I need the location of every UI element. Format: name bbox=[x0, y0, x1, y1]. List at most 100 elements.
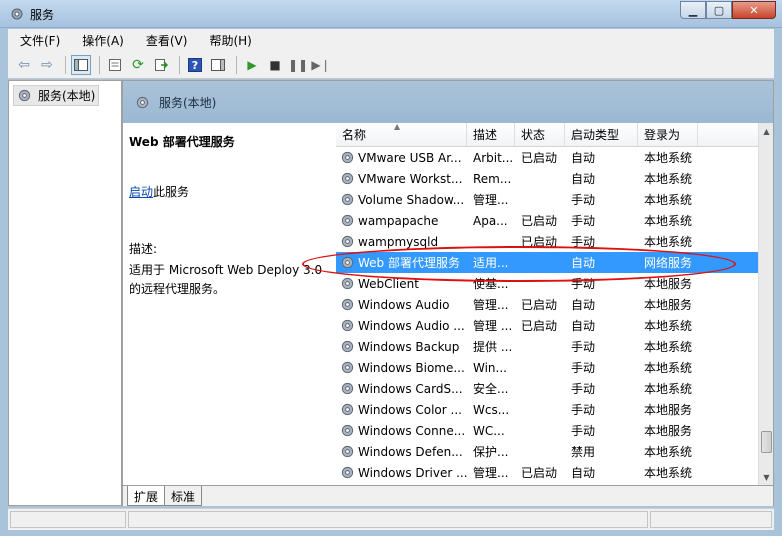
column-header-startup-type[interactable]: 启动类型 bbox=[565, 123, 638, 146]
cell-status bbox=[515, 168, 565, 189]
scroll-down-icon[interactable]: ▼ bbox=[759, 469, 774, 485]
menu-action[interactable]: 操作(A) bbox=[70, 32, 134, 49]
cell-status: 已启动 bbox=[521, 298, 558, 312]
cell-description: 管理 ... bbox=[473, 319, 513, 333]
cell-name: Windows Defen... bbox=[336, 441, 467, 462]
table-row[interactable]: VMware Workst... Rem... 自动 本地系统 bbox=[336, 168, 758, 189]
gear-icon bbox=[341, 361, 354, 374]
services-gear-icon bbox=[11, 8, 23, 20]
show-action-pane-button[interactable] bbox=[208, 55, 228, 75]
service-name: Windows Driver ... bbox=[358, 465, 467, 480]
close-button[interactable]: ✕ bbox=[732, 1, 776, 19]
content-pane: 服务(本地) Web 部署代理服务 启动此服务 描述: 适用于 Microsof… bbox=[122, 80, 774, 506]
cell-description: 管理... bbox=[473, 193, 509, 207]
table-row[interactable]: Volume Shadow... 管理... 手动 本地系统 bbox=[336, 189, 758, 210]
table-row[interactable]: Windows Audio ... 管理 ... 已启动 自动 本地系统 bbox=[336, 315, 758, 336]
table-row[interactable]: Windows Audio 管理... 已启动 自动 本地服务 bbox=[336, 294, 758, 315]
menu-help[interactable]: 帮助(H) bbox=[197, 32, 261, 49]
cell-status bbox=[515, 399, 565, 420]
service-name: Windows Defen... bbox=[358, 444, 463, 459]
table-row[interactable]: VMware USB Ar... Arbit... 已启动 自动 本地系统 bbox=[336, 147, 758, 168]
cell-description bbox=[467, 231, 515, 252]
vertical-scrollbar[interactable]: ▲ ▼ bbox=[758, 123, 773, 485]
service-title: Web 部署代理服务 bbox=[129, 135, 235, 149]
service-name: VMware Workst... bbox=[358, 171, 463, 186]
cell-logon-as: 本地系统 bbox=[644, 340, 693, 354]
cell-name: Windows Audio bbox=[336, 294, 467, 315]
gear-icon bbox=[341, 172, 354, 185]
pause-service-button[interactable]: ❚❚ bbox=[288, 55, 308, 75]
cell-logon-as: 本地系统 bbox=[644, 151, 693, 165]
content-header: 服务(本地) bbox=[123, 81, 773, 123]
show-hide-console-tree-button[interactable] bbox=[71, 54, 91, 75]
column-header-status[interactable]: 状态 bbox=[515, 123, 565, 146]
scroll-up-icon[interactable]: ▲ bbox=[759, 123, 774, 139]
back-button[interactable]: ⇦ bbox=[14, 55, 34, 75]
table-row[interactable]: Windows Driver ... 管理... 已启动 自动 本地系统 bbox=[336, 462, 758, 483]
column-header-description[interactable]: 描述 bbox=[467, 123, 515, 146]
table-row[interactable]: Windows Defen... 保护... 禁用 本地系统 bbox=[336, 441, 758, 462]
cell-startup-type: 手动 bbox=[571, 214, 596, 228]
table-row[interactable]: wampapache Apa... 已启动 手动 本地系统 bbox=[336, 210, 758, 231]
cell-description: 适用... bbox=[473, 256, 509, 270]
cell-description: Rem... bbox=[473, 171, 512, 186]
properties-button[interactable] bbox=[105, 55, 125, 75]
title-bar: 服务 ▁ ▢ ✕ bbox=[0, 0, 782, 28]
cell-startup-type: 自动 bbox=[571, 319, 596, 333]
table-row[interactable]: wampmysqld 已启动 手动 本地系统 bbox=[336, 231, 758, 252]
play-icon: ▶ bbox=[247, 57, 257, 72]
cell-name: Windows Conne... bbox=[336, 420, 467, 441]
table-row[interactable]: Windows Biome... Win... 手动 本地系统 bbox=[336, 357, 758, 378]
gear-icon bbox=[341, 235, 354, 248]
forward-button[interactable]: ⇨ bbox=[37, 55, 57, 75]
service-name: Web 部署代理服务 bbox=[358, 256, 460, 270]
cell-description: 管理... bbox=[473, 298, 509, 312]
service-name: Windows Conne... bbox=[358, 423, 466, 438]
table-row[interactable]: Windows Conne... WC... 手动 本地服务 bbox=[336, 420, 758, 441]
export-list-button[interactable] bbox=[151, 55, 171, 75]
gear-icon bbox=[341, 466, 354, 479]
restart-service-button[interactable]: ▶❘ bbox=[311, 55, 331, 75]
cell-name: Windows Backup bbox=[336, 336, 467, 357]
help-button[interactable]: ? bbox=[185, 55, 205, 75]
table-row[interactable]: Windows Backup 提供 ... 手动 本地系统 bbox=[336, 336, 758, 357]
forward-arrow-icon: ⇨ bbox=[41, 56, 53, 73]
column-header-logon-as[interactable]: 登录为 bbox=[638, 123, 698, 146]
column-header-label: 状态 bbox=[521, 128, 546, 142]
status-segment bbox=[128, 511, 648, 528]
cell-name: WebClient bbox=[336, 273, 467, 294]
menu-file[interactable]: 文件(F) bbox=[8, 32, 70, 49]
stop-service-button[interactable]: ■ bbox=[265, 55, 285, 75]
cell-logon-as: 本地服务 bbox=[644, 424, 693, 438]
tab-standard[interactable]: 标准 bbox=[164, 486, 203, 506]
scroll-thumb[interactable] bbox=[761, 431, 772, 453]
content-header-title: 服务(本地) bbox=[159, 95, 217, 110]
start-service-link[interactable]: 启动 bbox=[129, 185, 153, 199]
cell-name: wampmysqld bbox=[336, 231, 467, 252]
cell-status bbox=[515, 357, 565, 378]
tab-extended[interactable]: 扩展 bbox=[127, 486, 166, 506]
minimize-button[interactable]: ▁ bbox=[680, 1, 706, 19]
table-row[interactable]: Web 部署代理服务 适用... 自动 网络服务 bbox=[336, 252, 758, 273]
column-header-label: 名称 bbox=[342, 128, 367, 142]
cell-startup-type: 手动 bbox=[571, 403, 596, 417]
maximize-button[interactable]: ▢ bbox=[706, 1, 732, 19]
toolbar-separator bbox=[65, 55, 66, 74]
start-service-button[interactable]: ▶ bbox=[242, 55, 262, 75]
refresh-button[interactable]: ⟳ bbox=[128, 55, 148, 75]
menu-view[interactable]: 查看(V) bbox=[134, 32, 198, 49]
tree-item-services-local[interactable]: 服务(本地) bbox=[13, 85, 100, 106]
cell-name: Windows CardS... bbox=[336, 378, 467, 399]
cell-startup-type: 自动 bbox=[571, 256, 596, 270]
cell-logon-as: 本地系统 bbox=[644, 172, 693, 186]
toolbar-separator bbox=[99, 55, 100, 74]
gear-icon bbox=[136, 96, 149, 108]
refresh-icon: ⟳ bbox=[132, 56, 144, 73]
cell-logon-as: 本地系统 bbox=[644, 466, 693, 480]
service-name: Windows Biome... bbox=[358, 360, 465, 375]
table-row[interactable]: Windows CardS... 安全... 手动 本地系统 bbox=[336, 378, 758, 399]
table-row[interactable]: WebClient 使基... 手动 本地服务 bbox=[336, 273, 758, 294]
table-row[interactable]: Windows Color ... Wcs... 手动 本地服务 bbox=[336, 399, 758, 420]
window-title: 服务 bbox=[30, 8, 55, 22]
column-header-name[interactable]: ▲ 名称 bbox=[336, 123, 467, 146]
